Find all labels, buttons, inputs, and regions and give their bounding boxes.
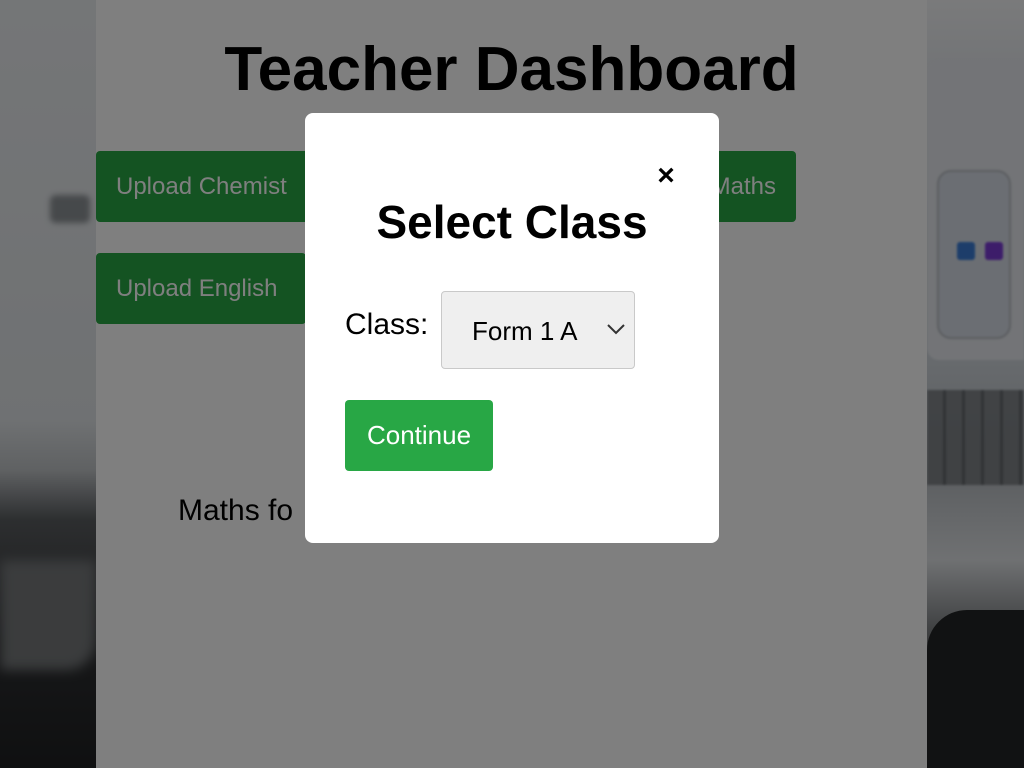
continue-button[interactable]: Continue xyxy=(345,400,493,471)
modal-title: Select Class xyxy=(376,196,648,248)
close-icon[interactable]: × xyxy=(651,161,681,191)
class-select-value: Form 1 A xyxy=(472,316,578,346)
select-class-modal: × Select Class Class: Form 1 A Continue xyxy=(305,113,719,543)
class-select[interactable]: Form 1 A xyxy=(441,291,635,369)
class-label: Class: xyxy=(345,308,429,341)
chevron-down-icon xyxy=(607,324,625,335)
